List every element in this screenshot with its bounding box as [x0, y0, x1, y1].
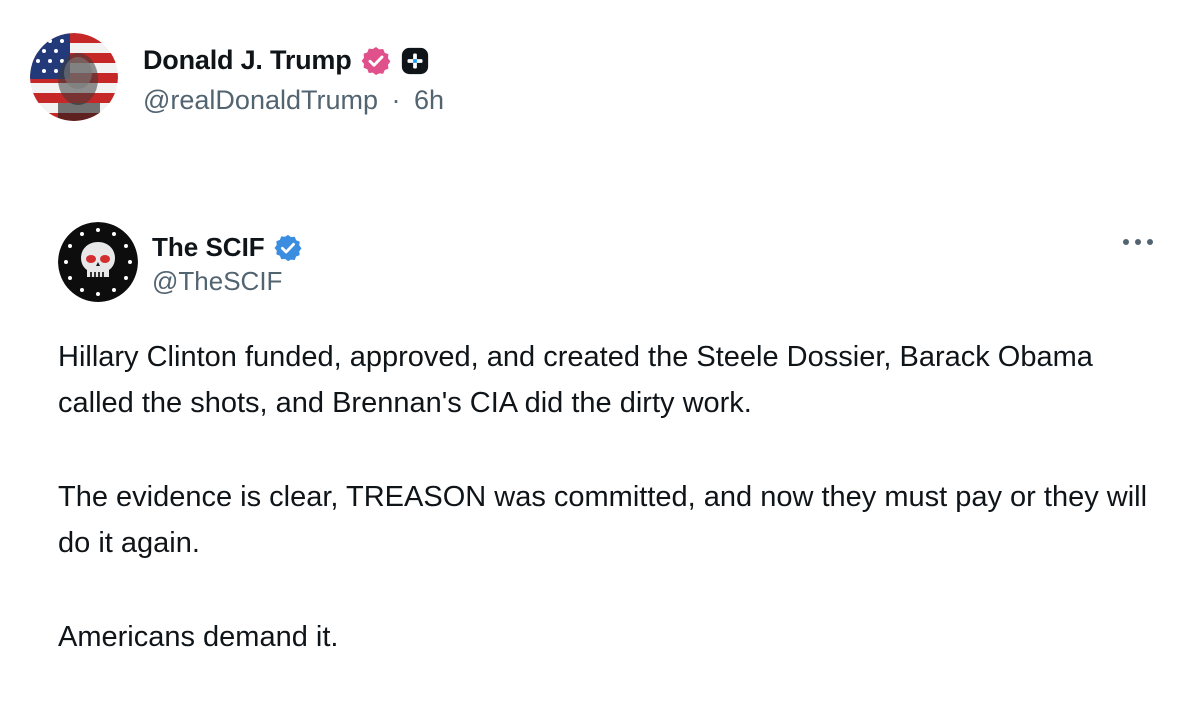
quote-header: The SCIF @TheSCIF: [58, 222, 303, 302]
author-handle-row: @realDonaldTrump · 6h: [143, 85, 444, 116]
quote-paragraph-3: Americans demand it.: [58, 621, 339, 653]
quote-display-name[interactable]: The SCIF: [152, 232, 265, 263]
author-avatar[interactable]: [30, 33, 118, 121]
skull-avatar-icon: [58, 222, 138, 302]
author-handle[interactable]: @realDonaldTrump: [143, 85, 378, 115]
quote-author-block: The SCIF @TheSCIF: [152, 228, 303, 297]
quote-author-avatar[interactable]: [58, 222, 138, 302]
quote-paragraph-1: Hillary Clinton funded, approved, and cr…: [58, 341, 1093, 419]
author-block: Donald J. Trump @realDonaldTrump · 6h: [143, 39, 444, 116]
flag-portrait-avatar-icon: [30, 33, 118, 121]
quote-name-row: The SCIF: [152, 228, 303, 268]
quote-handle[interactable]: @TheSCIF: [152, 266, 303, 297]
quote-paragraph-2: The evidence is clear, TREASON was commi…: [58, 481, 1148, 559]
quote-body: Hillary Clinton funded, approved, and cr…: [58, 334, 1168, 708]
plus-square-icon: [400, 46, 430, 76]
verified-badge-icon: [273, 233, 303, 263]
author-display-name[interactable]: Donald J. Trump: [143, 45, 352, 76]
verified-badge-icon: [360, 45, 392, 77]
more-options-button[interactable]: [1120, 230, 1156, 254]
post-header: Donald J. Trump @realDonaldTrump · 6h: [30, 32, 444, 122]
separator-dot: ·: [391, 84, 401, 115]
post-timestamp[interactable]: 6h: [414, 85, 444, 115]
more-options-icon: [1123, 239, 1153, 245]
author-name-row: Donald J. Trump: [143, 39, 444, 83]
